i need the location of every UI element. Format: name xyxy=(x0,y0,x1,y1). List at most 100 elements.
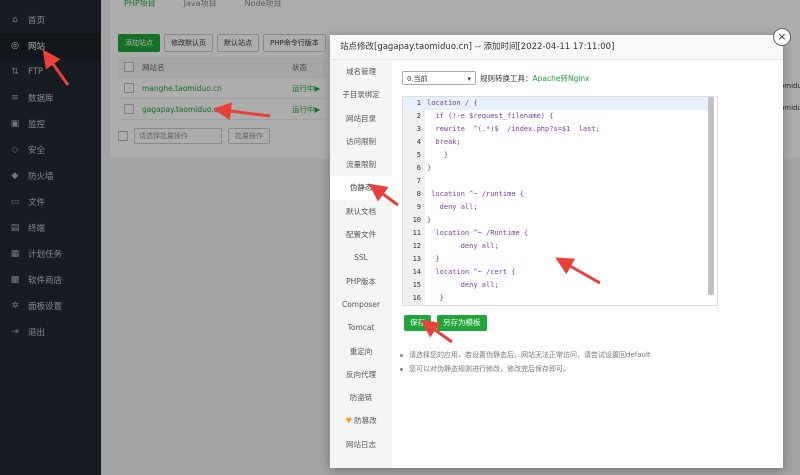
modal-side-menu: 域名管理子目录绑定网站目录访问限制流量限制伪静态默认文档配置文件 SSL PHP版本… xyxy=(330,60,392,468)
code-text: rewrite ^(.*)$ /index.php?s=$1 last; xyxy=(427,125,600,133)
code-line[interactable]: 9 deny all; xyxy=(403,201,708,214)
code-text: location / { xyxy=(427,99,478,107)
modal-tab-3[interactable]: 访问限制 xyxy=(330,130,392,153)
modal-tab-label: 网站目录 xyxy=(346,113,376,123)
modal-tab-7[interactable]: 配置文件 xyxy=(330,223,392,246)
code-line[interactable]: 3 rewrite ^(.*)$ /index.php?s=$1 last; xyxy=(403,123,708,136)
code-text: location ^~ /cert { xyxy=(427,268,516,276)
code-line[interactable]: 13 } xyxy=(403,253,708,266)
line-number: 14 xyxy=(412,268,421,276)
code-text: } xyxy=(427,216,432,224)
line-number: 9 xyxy=(416,203,421,211)
modal-tab-label: 伪静态 xyxy=(349,183,373,193)
modal-tab-4[interactable]: 流量限制 xyxy=(330,153,392,176)
modal-tab-label: SSL xyxy=(354,253,368,263)
line-number: 2 xyxy=(416,112,421,120)
line-number: 15 xyxy=(412,281,421,289)
code-text: deny all; xyxy=(427,203,478,211)
modal-tab-label: 默认文档 xyxy=(346,206,376,216)
modal-tab-11[interactable]: Tomcat xyxy=(330,316,392,339)
modal-tab-14[interactable]: 防盗链 xyxy=(330,386,392,409)
close-icon[interactable]: × xyxy=(773,28,791,46)
line-number: 8 xyxy=(416,190,421,198)
rewrite-version-value: 0.当前 xyxy=(407,75,428,83)
code-line[interactable]: 11 location ^~ /Runtime { xyxy=(403,227,708,240)
modal-tab-label: 访问限制 xyxy=(346,136,376,146)
editor-scrollbar[interactable] xyxy=(708,97,714,295)
tip-item: 请选择您的应用，若设置伪静态后，网站无法正常访问，请尝试设置回default xyxy=(400,348,651,362)
modal-tab-label: 防篡改 xyxy=(354,416,377,426)
modal-tab-9[interactable]: PHP版本 xyxy=(330,270,392,293)
code-line[interactable]: 8 location ^~ /runtime { xyxy=(403,188,708,201)
tips-list: 请选择您的应用，若设置伪静态后，网站无法正常访问，请尝试设置回default 您… xyxy=(400,348,651,376)
code-text: if (!-e $request_filename) { xyxy=(427,112,554,120)
modal-tab-label: 防盗链 xyxy=(349,393,373,403)
modal-tab-label: 域名管理 xyxy=(346,67,376,76)
line-number: 1 xyxy=(416,99,421,107)
code-text: } xyxy=(427,151,449,159)
modal-tab-8[interactable]: SSL xyxy=(330,246,392,269)
modal-title: 站点修改[gagapay.taomiduo.cn] -- 添加时间[2022-0… xyxy=(330,35,783,60)
line-number: 11 xyxy=(412,229,421,237)
tip-text: 请选择您的应用，若设置伪静态后，网站无法正常访问，请尝试设置回default xyxy=(409,351,651,359)
apache-to-nginx-link[interactable]: Apache转Nginx xyxy=(533,74,590,83)
line-number: 10 xyxy=(412,216,421,224)
rewrite-version-select[interactable]: 0.当前 ▾ xyxy=(402,71,476,85)
save-as-template-button[interactable]: 另存为模板 xyxy=(437,315,487,331)
modal-tab-2[interactable]: 网站目录 xyxy=(330,107,392,130)
modal-tab-1[interactable]: 子目录绑定 xyxy=(330,83,392,106)
code-line[interactable]: 15 deny all; xyxy=(403,279,708,292)
code-line[interactable]: 7 xyxy=(403,175,708,188)
code-text: break; xyxy=(427,138,461,146)
line-number: 13 xyxy=(412,255,421,263)
code-line[interactable]: 2 if (!-e $request_filename) { xyxy=(403,110,708,123)
code-text: deny all; xyxy=(427,242,499,250)
tip-item: 您可以对伪静态规则进行修改，修改完后保存即可。 xyxy=(400,362,651,376)
modal-tab-label: Tomcat xyxy=(347,323,375,333)
code-text: } xyxy=(427,255,440,263)
save-button[interactable]: 保存 xyxy=(404,315,431,331)
modal-tab-label: 子目录绑定 xyxy=(342,90,380,100)
line-number: 6 xyxy=(416,164,421,172)
modal-tab-label: 网站日志 xyxy=(346,439,376,449)
code-line[interactable]: 12 deny all; xyxy=(403,240,708,253)
code-line[interactable]: 5 } xyxy=(403,149,708,162)
modal-tab-6[interactable]: 默认文档 xyxy=(330,200,392,223)
modal-tab-13[interactable]: 反向代理 xyxy=(330,363,392,386)
modal-tab-5[interactable]: 伪静态 xyxy=(330,176,392,200)
code-text: deny all; xyxy=(427,281,499,289)
code-line[interactable]: 4 break; xyxy=(403,136,708,149)
convert-tool-label: 规则转换工具： xyxy=(480,74,533,83)
chevron-down-icon: ▾ xyxy=(467,75,471,83)
code-text: } xyxy=(427,294,444,302)
code-text: location ^~ /runtime { xyxy=(427,190,524,198)
line-number: 3 xyxy=(416,125,421,133)
modal-tab-10[interactable]: Composer xyxy=(330,293,392,316)
line-number: 7 xyxy=(416,177,421,185)
modal-tab-15[interactable]: ♥ 防篡改 xyxy=(330,409,392,432)
rewrite-code-editor[interactable]: 1 location / { 2 if (!-e $request_filename… xyxy=(402,96,718,306)
modal-tab-label: PHP版本 xyxy=(346,276,376,286)
convert-tool: 规则转换工具：Apache转Nginx xyxy=(480,73,590,84)
code-line[interactable]: 16 } xyxy=(403,292,708,305)
code-text: } xyxy=(427,164,432,172)
modal-tab-label: Composer xyxy=(341,299,381,309)
modal-tab-label: 流量限制 xyxy=(346,160,376,170)
line-number: 5 xyxy=(416,151,421,159)
code-line[interactable]: 6} xyxy=(403,162,708,175)
code-line[interactable]: 14 location ^~ /cert { xyxy=(403,266,708,279)
modal-tab-0[interactable]: 域名管理 xyxy=(330,60,392,83)
modal-tab-12[interactable]: 重定向 xyxy=(330,340,392,363)
line-number: 12 xyxy=(412,242,421,250)
modal-tab-label: 反向代理 xyxy=(346,369,376,379)
modal-tab-label: 配置文件 xyxy=(346,230,376,240)
line-number: 4 xyxy=(416,138,421,146)
code-line[interactable]: 1 location / { xyxy=(403,97,708,110)
tip-text: 您可以对伪静态规则进行修改，修改完后保存即可。 xyxy=(409,365,570,373)
code-line[interactable]: 10} xyxy=(403,214,708,227)
shield-icon: ♥ xyxy=(345,416,353,426)
modal-tab-label: 重定向 xyxy=(349,346,373,356)
code-text: location ^~ /Runtime { xyxy=(427,229,529,237)
line-number: 16 xyxy=(412,294,421,302)
modal-tab-16[interactable]: 网站日志 xyxy=(330,433,392,456)
